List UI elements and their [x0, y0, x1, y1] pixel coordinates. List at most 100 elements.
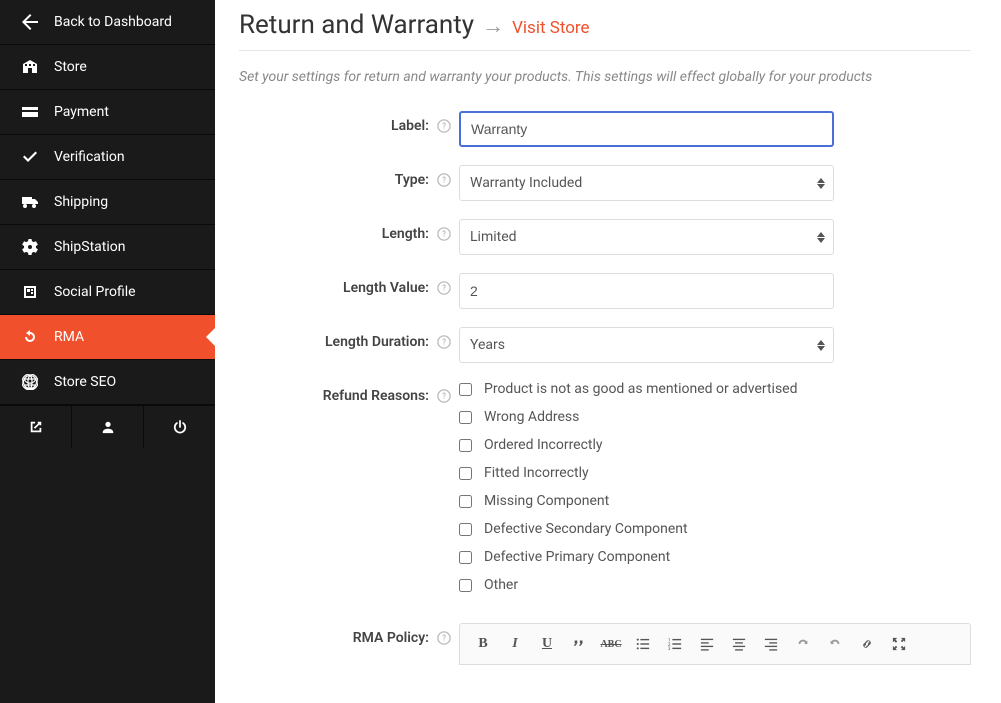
editor-align-left-button[interactable]	[692, 630, 722, 658]
power-icon	[173, 420, 187, 434]
refund-reason-item[interactable]: Wrong Address	[459, 409, 971, 425]
sidebar-item-dashboard[interactable]: Back to Dashboard	[0, 0, 215, 45]
help-icon[interactable]: ?	[437, 173, 451, 187]
rma-policy-label: RMA Policy: ?	[239, 623, 459, 646]
divider	[239, 50, 971, 51]
sidebar-item-label: Store	[54, 59, 87, 75]
svg-text:?: ?	[442, 392, 446, 401]
undo-icon	[20, 329, 40, 345]
editor-ol-button[interactable]: 123	[660, 630, 690, 658]
gear-icon	[20, 239, 40, 255]
sidebar-item-label: Social Profile	[54, 284, 136, 300]
refund-reason-label: Wrong Address	[484, 409, 579, 425]
editor-link-button[interactable]	[852, 630, 882, 658]
help-icon[interactable]: ?	[437, 227, 451, 241]
sidebar-footer	[0, 405, 215, 448]
sidebar-item-label: RMA	[54, 329, 84, 345]
page-description: Set your settings for return and warrant…	[239, 69, 971, 85]
page-title: Return and Warranty → Visit Store	[239, 10, 971, 40]
editor-italic-button[interactable]: I	[500, 630, 530, 658]
refund-reason-item[interactable]: Defective Secondary Component	[459, 521, 971, 537]
editor-redo-button[interactable]	[820, 630, 850, 658]
editor-undo-button[interactable]	[788, 630, 818, 658]
svg-text:?: ?	[442, 176, 446, 185]
credit-card-icon	[20, 104, 40, 120]
building-icon	[20, 59, 40, 75]
sidebar-item-verification[interactable]: Verification	[0, 135, 215, 180]
sidebar-item-payment[interactable]: Payment	[0, 90, 215, 135]
editor-quote-button[interactable]	[564, 630, 594, 658]
refund-reason-item[interactable]: Defective Primary Component	[459, 549, 971, 565]
editor-strike-button[interactable]: ABC	[596, 630, 626, 658]
length-duration-label: Length Duration: ?	[239, 327, 459, 350]
refund-reason-label: Missing Component	[484, 493, 609, 509]
refund-reason-label: Fitted Incorrectly	[484, 465, 589, 481]
length-value-input[interactable]	[459, 273, 834, 309]
truck-icon	[20, 194, 40, 210]
quote-icon	[572, 637, 586, 651]
align-left-icon	[700, 637, 714, 651]
refund-reason-item[interactable]: Other	[459, 577, 971, 593]
help-icon[interactable]: ?	[437, 335, 451, 349]
power-button[interactable]	[144, 406, 215, 448]
refund-reason-checkbox[interactable]	[459, 579, 472, 592]
sidebar-item-label: Back to Dashboard	[54, 14, 172, 30]
refund-reason-label: Defective Secondary Component	[484, 521, 688, 537]
editor-align-right-button[interactable]	[756, 630, 786, 658]
external-link-button[interactable]	[0, 406, 72, 448]
editor-align-center-button[interactable]	[724, 630, 754, 658]
refund-reason-checkbox[interactable]	[459, 383, 472, 396]
length-duration-select[interactable]: Years	[459, 327, 834, 363]
refund-reason-checkbox[interactable]	[459, 411, 472, 424]
sidebar-item-label: Verification	[54, 149, 125, 165]
user-button[interactable]	[72, 406, 144, 448]
refund-reason-checkbox[interactable]	[459, 467, 472, 480]
label-input[interactable]	[459, 111, 834, 147]
sidebar-item-shipping[interactable]: Shipping	[0, 180, 215, 225]
editor-toolbar: B I U ABC 123	[459, 623, 971, 665]
sidebar-item-store[interactable]: Store	[0, 45, 215, 90]
fullscreen-icon	[892, 637, 906, 651]
label-label: Label: ?	[239, 111, 459, 134]
refund-reason-item[interactable]: Product is not as good as mentioned or a…	[459, 381, 971, 397]
refund-reasons-label: Refund Reasons: ?	[239, 381, 459, 404]
refund-reason-checkbox[interactable]	[459, 523, 472, 536]
chevron-updown-icon	[817, 178, 825, 189]
link-icon	[860, 637, 874, 651]
svg-text:?: ?	[442, 338, 446, 347]
sidebar-item-social[interactable]: Social Profile	[0, 270, 215, 315]
editor-fullscreen-button[interactable]	[884, 630, 914, 658]
undo-icon	[796, 637, 810, 651]
arrow-left-icon	[20, 14, 40, 30]
length-select[interactable]: Limited	[459, 219, 834, 255]
editor-underline-button[interactable]: U	[532, 630, 562, 658]
sidebar-item-label: Payment	[54, 104, 109, 120]
external-link-icon	[29, 420, 43, 434]
sidebar-item-shipstation[interactable]: ShipStation	[0, 225, 215, 270]
refund-reason-label: Defective Primary Component	[484, 549, 670, 565]
sidebar-item-seo[interactable]: Store SEO	[0, 360, 215, 405]
help-icon[interactable]: ?	[437, 281, 451, 295]
editor-ul-button[interactable]	[628, 630, 658, 658]
type-select[interactable]: Warranty Included	[459, 165, 834, 201]
sidebar-item-label: Store SEO	[54, 374, 116, 390]
refund-reason-checkbox[interactable]	[459, 439, 472, 452]
help-icon[interactable]: ?	[437, 119, 451, 133]
refund-reason-item[interactable]: Missing Component	[459, 493, 971, 509]
visit-store-link[interactable]: Visit Store	[512, 18, 589, 38]
help-icon[interactable]: ?	[437, 389, 451, 403]
refund-reason-checkbox[interactable]	[459, 551, 472, 564]
main-content: Return and Warranty → Visit Store Set yo…	[215, 0, 1001, 703]
svg-text:3: 3	[668, 647, 671, 651]
help-icon[interactable]: ?	[437, 631, 451, 645]
sidebar-item-rma[interactable]: RMA	[0, 315, 215, 360]
check-icon	[20, 149, 40, 165]
refund-reason-item[interactable]: Ordered Incorrectly	[459, 437, 971, 453]
svg-text:?: ?	[442, 230, 446, 239]
refund-reason-checkbox[interactable]	[459, 495, 472, 508]
refund-reason-label: Ordered Incorrectly	[484, 437, 603, 453]
redo-icon	[828, 637, 842, 651]
refund-reason-item[interactable]: Fitted Incorrectly	[459, 465, 971, 481]
length-value-label: Length Value: ?	[239, 273, 459, 296]
editor-bold-button[interactable]: B	[468, 630, 498, 658]
